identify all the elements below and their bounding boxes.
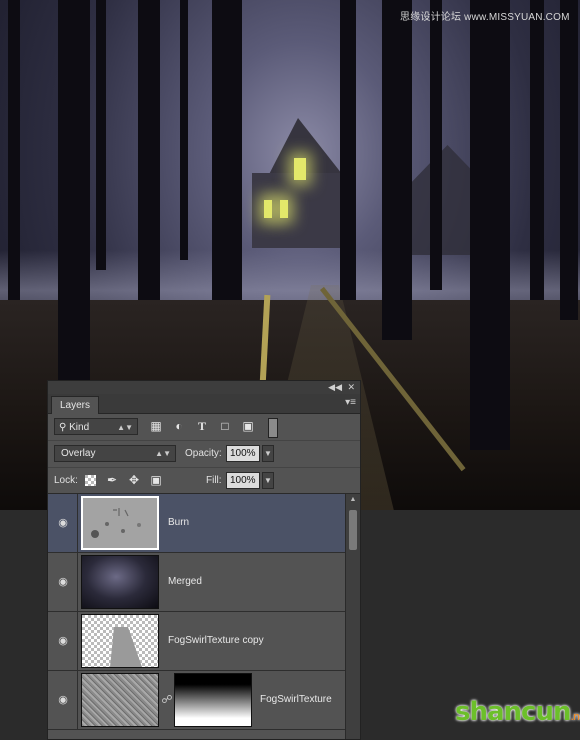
layers-list: ◉ Burn ◉ Merged ◉ FogSwirlTexture copy ◉… <box>48 494 346 739</box>
chain-link-icon[interactable]: ☍ <box>161 693 173 707</box>
tree-trunk <box>8 0 20 300</box>
house-window <box>264 200 272 218</box>
layer-name: FogSwirlTexture <box>260 694 332 705</box>
type-filter-icon[interactable]: T <box>195 419 209 433</box>
updown-arrow-icon: ▲▼ <box>117 423 133 432</box>
layer-row[interactable]: ◉ ☍ FogSwirlTexture <box>48 671 346 730</box>
burn-thumbnail-marks <box>91 508 141 538</box>
lock-transparent-icon[interactable] <box>85 475 96 486</box>
house-window <box>294 158 306 180</box>
eye-icon[interactable]: ◉ <box>56 634 70 648</box>
layer-name: Merged <box>168 576 202 587</box>
site-logo: shancun.net <box>455 697 580 727</box>
lock-all-icon[interactable]: ▣ <box>149 473 163 487</box>
panel-header: ◀◀ ✕ <box>48 381 360 394</box>
opacity-label: Opacity: <box>185 448 222 459</box>
panel-menu-icon[interactable]: ▾≡ <box>345 396 356 410</box>
layers-scrollbar[interactable]: ▲ <box>345 494 360 739</box>
tree-trunk <box>530 0 544 300</box>
panel-tab-bar: Layers ▾≡ <box>48 394 360 414</box>
filter-toggle[interactable] <box>268 418 278 438</box>
opacity-input[interactable]: 100% <box>226 445 260 462</box>
site-watermark: 思缘设计论坛 www.MISSYUAN.COM <box>400 12 570 23</box>
eye-icon[interactable]: ◉ <box>56 516 70 530</box>
lock-label: Lock: <box>54 475 78 486</box>
layer-row[interactable]: ◉ Merged <box>48 553 346 612</box>
layer-thumbnail <box>81 555 159 609</box>
scroll-up-arrow-icon[interactable]: ▲ <box>346 494 360 506</box>
smart-object-filter-icon[interactable]: ▣ <box>241 419 255 433</box>
tree-trunk <box>470 0 510 450</box>
updown-arrow-icon: ▲▼ <box>155 449 171 458</box>
tree-trunk <box>138 0 160 300</box>
tree-trunk <box>96 0 106 270</box>
layer-thumbnail <box>81 614 159 668</box>
layer-name: Burn <box>168 517 190 528</box>
adjustment-filter-icon[interactable]: ◐ <box>172 419 186 433</box>
lock-image-icon[interactable]: ✒ <box>105 473 119 487</box>
layer-thumbnail <box>81 496 159 550</box>
tree-trunk <box>58 0 90 380</box>
fill-label: Fill: <box>206 475 222 486</box>
layer-mask-thumbnail[interactable] <box>174 673 252 727</box>
layer-thumbnail <box>81 673 159 727</box>
eye-icon[interactable]: ◉ <box>56 575 70 589</box>
search-icon: ⚲ <box>59 422 67 433</box>
layer-row[interactable]: ◉ Burn <box>48 494 346 553</box>
eye-icon[interactable]: ◉ <box>56 693 70 707</box>
blend-mode-dropdown[interactable]: Overlay ▲▼ <box>54 445 176 462</box>
filter-kind-label: Kind <box>69 422 90 433</box>
logo-text: shancun <box>455 697 571 727</box>
tree-trunk <box>430 0 442 290</box>
double-chevron-left-icon[interactable]: ◀◀ <box>328 381 342 394</box>
house-window <box>280 200 288 218</box>
fog-thumbnail-shape <box>110 627 142 667</box>
lock-row: Lock: ✒ ✥ ▣ Fill: 100% ▼ <box>48 468 360 494</box>
opacity-slider-arrow[interactable]: ▼ <box>262 445 274 462</box>
image-filter-icon[interactable]: ▦ <box>149 419 163 433</box>
fill-slider-arrow[interactable]: ▼ <box>262 472 274 489</box>
tree-trunk <box>560 0 578 320</box>
logo-suffix: .net <box>570 710 580 723</box>
haunted-house <box>252 118 347 248</box>
fill-input[interactable]: 100% <box>226 472 260 489</box>
tree-trunk <box>382 0 412 340</box>
blend-mode-value: Overlay <box>61 448 96 459</box>
shape-filter-icon[interactable]: □ <box>218 419 232 433</box>
tree-trunk <box>180 0 188 260</box>
tree-trunk <box>212 0 242 300</box>
layer-row[interactable]: ◉ FogSwirlTexture copy <box>48 612 346 671</box>
blend-row: Overlay ▲▼ Opacity: 100% ▼ <box>48 441 360 468</box>
lock-position-icon[interactable]: ✥ <box>127 473 141 487</box>
layer-name: FogSwirlTexture copy <box>168 635 264 646</box>
layers-panel: ◀◀ ✕ Layers ▾≡ ⚲ Kind ▲▼ ▦ ◐ T □ ▣ Overl… <box>47 380 361 740</box>
filter-kind-dropdown[interactable]: ⚲ Kind ▲▼ <box>54 418 138 435</box>
layer-filter-row: ⚲ Kind ▲▼ ▦ ◐ T □ ▣ <box>48 414 360 441</box>
tab-layers[interactable]: Layers <box>51 396 100 414</box>
scrollbar-thumb[interactable] <box>349 510 357 550</box>
tree-trunk <box>340 0 356 300</box>
close-icon[interactable]: ✕ <box>347 381 355 394</box>
